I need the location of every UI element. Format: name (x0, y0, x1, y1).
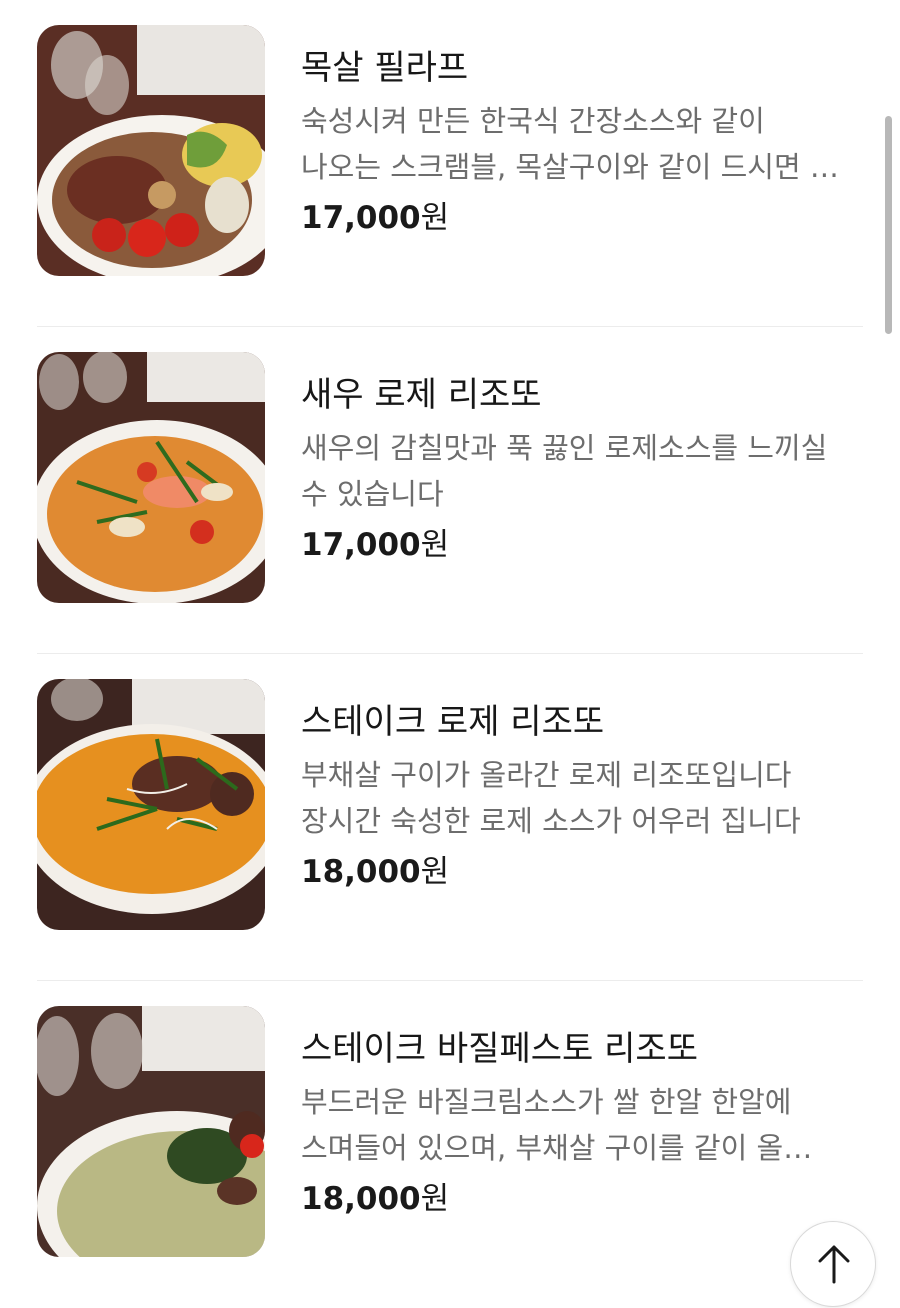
menu-item-photo (37, 25, 265, 276)
menu-item-info: 스테이크 바질페스토 리조또 부드러운 바질크림소스가 쌀 한알 한알에 스며들… (301, 1025, 851, 1221)
menu-item-price: 17,000원 (301, 523, 851, 567)
menu-item-description: 숙성시켜 만든 한국식 간장소스와 같이 나오는 스크램블, 목살구이와 같이 … (301, 104, 839, 184)
menu-list: 목살 필라프 숙성시켜 만든 한국식 간장소스와 같이 나오는 스크램블, 목살… (37, 0, 863, 1308)
price-currency: 원 (420, 527, 450, 563)
menu-item[interactable]: 새우 로제 리조또 새우의 감칠맛과 푹 끓인 로제소스를 느끼실 수 있습니다… (37, 327, 863, 654)
menu-item-info: 새우 로제 리조또 새우의 감칠맛과 푹 끓인 로제소스를 느끼실 수 있습니다… (301, 371, 851, 567)
menu-item[interactable]: 목살 필라프 숙성시켜 만든 한국식 간장소스와 같이 나오는 스크램블, 목살… (37, 0, 863, 327)
menu-item-info: 목살 필라프 숙성시켜 만든 한국식 간장소스와 같이 나오는 스크램블, 목살… (301, 44, 851, 240)
menu-item-description: 새우의 감칠맛과 푹 끓인 로제소스를 느끼실 수 있습니다 (301, 431, 828, 511)
scrollbar[interactable] (885, 116, 892, 334)
price-value: 18,000 (301, 1181, 421, 1217)
menu-item-price: 18,000원 (301, 1177, 851, 1221)
menu-item-name: 스테이크 바질페스토 리조또 (301, 1029, 698, 1069)
scroll-to-top-button[interactable] (790, 1221, 876, 1307)
menu-item-photo (37, 679, 265, 930)
price-currency: 원 (420, 200, 450, 236)
menu-item-name: 새우 로제 리조또 (301, 375, 542, 415)
menu-item-info: 스테이크 로제 리조또 부채살 구이가 올라간 로제 리조또입니다 장시간 숙성… (301, 698, 851, 894)
menu-item-price: 18,000원 (301, 850, 851, 894)
price-value: 17,000 (301, 200, 421, 236)
menu-item-photo (37, 1006, 265, 1257)
price-value: 18,000 (301, 854, 421, 890)
menu-item-photo (37, 352, 265, 603)
arrow-up-icon (818, 1245, 850, 1284)
menu-item[interactable]: 스테이크 로제 리조또 부채살 구이가 올라간 로제 리조또입니다 장시간 숙성… (37, 654, 863, 981)
price-currency: 원 (420, 854, 450, 890)
price-value: 17,000 (301, 527, 421, 563)
menu-item[interactable]: 스테이크 바질페스토 리조또 부드러운 바질크림소스가 쌀 한알 한알에 스며들… (37, 981, 863, 1308)
menu-item-name: 스테이크 로제 리조또 (301, 702, 605, 742)
menu-item-description: 부채살 구이가 올라간 로제 리조또입니다 장시간 숙성한 로제 소스가 어우러… (301, 758, 801, 838)
menu-item-name: 목살 필라프 (301, 48, 469, 88)
menu-item-price: 17,000원 (301, 196, 851, 240)
price-currency: 원 (420, 1181, 450, 1217)
menu-item-description: 부드러운 바질크림소스가 쌀 한알 한알에 스며들어 있으며, 부채살 구이를 … (301, 1085, 813, 1165)
